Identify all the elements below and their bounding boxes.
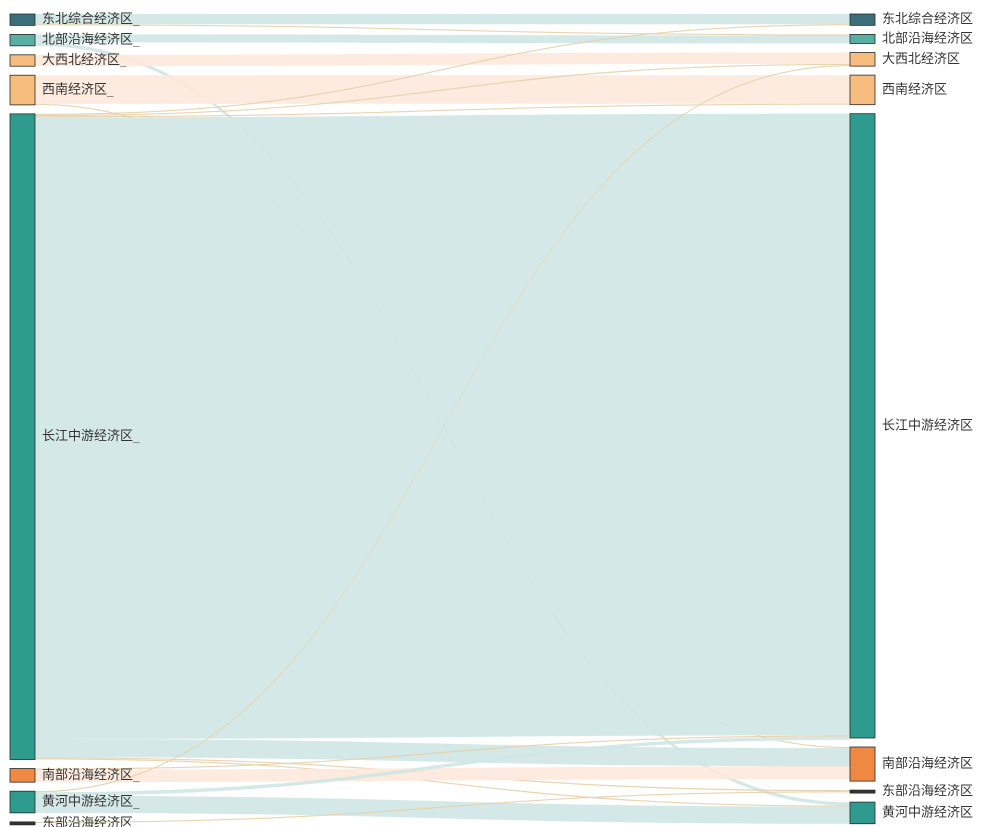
source-node-label: 黄河中游经济区_ [42,795,140,810]
sankey-canvas: 东北综合经济区_ 北部沿海经济区_ 大西北经济区_ 西南经济区_ 长江中游经济区_ 南部沿… [9,12,973,827]
target-node-label: 东部沿海经济区 [882,784,973,799]
flow-link [35,24,850,36]
target-node[interactable] [849,13,876,26]
target-node-label: 南部沿海经济区 [882,756,973,772]
source-node-label: 西南经济区_ [42,82,114,98]
source-node[interactable] [9,34,36,47]
target-node-label: 大西北经济区 [882,52,960,67]
target-node-label: 北部沿海经济区 [882,31,973,46]
target-node[interactable] [849,52,876,67]
flow-link [35,14,850,25]
source-node[interactable] [9,113,36,760]
flow-link [35,52,850,67]
target-node[interactable] [849,789,876,794]
source-node[interactable] [9,768,36,783]
target-node[interactable] [849,801,876,825]
flow-link [35,75,850,104]
source-node-label: 东部沿海经济区 [42,816,133,827]
source-node-label: 大西北经济区_ [42,53,127,68]
source-node-label: 长江中游经济区_ [42,429,140,444]
source-node-label: 东北综合经济区_ [42,12,140,27]
target-node[interactable] [849,33,876,44]
source-node-label: 北部沿海经济区_ [42,33,140,48]
sankey-diagram: 东北综合经济区_ 北部沿海经济区_ 大西北经济区_ 西南经济区_ 长江中游经济区_ 南部沿… [0,0,989,827]
source-node[interactable] [9,790,36,814]
source-node[interactable] [9,13,36,26]
flow-link [35,766,850,783]
target-node[interactable] [849,113,876,739]
target-node-column: 东北综合经济区北部沿海经济区大西北经济区西南经济区长江中游经济区南部沿海经济区东… [849,12,973,825]
target-node-label: 长江中游经济区 [882,418,973,433]
target-node-label: 黄河中游经济区 [882,805,973,820]
source-node[interactable] [9,74,36,106]
source-node[interactable] [9,54,36,67]
source-node[interactable] [9,821,36,826]
source-node-label: 南部沿海经济区_ [42,767,140,783]
flow-link [35,795,850,824]
flow-link [35,34,850,44]
target-node[interactable] [849,746,876,782]
flow-layer [35,14,850,824]
target-node-label: 东北综合经济区 [882,12,973,27]
flow-link [35,113,850,739]
target-node[interactable] [849,74,876,106]
target-node-label: 西南经济区 [882,81,947,97]
